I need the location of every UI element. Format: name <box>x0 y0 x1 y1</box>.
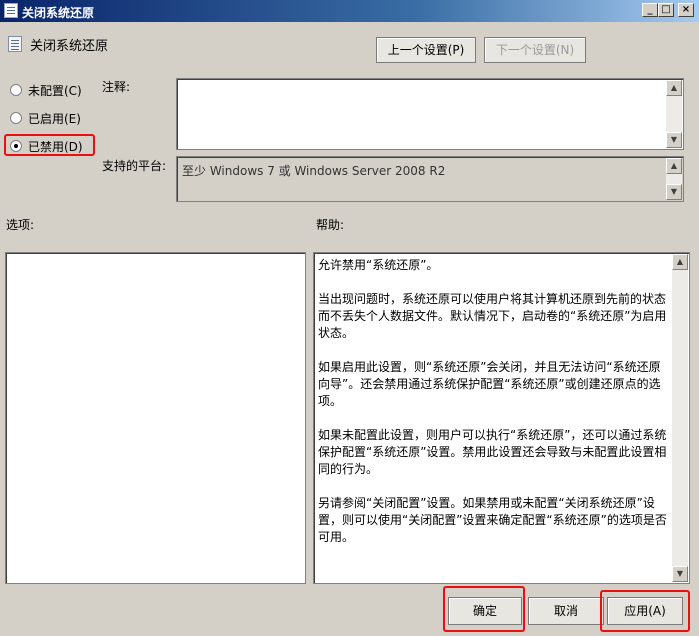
policy-setting-icon <box>8 36 22 52</box>
next-setting-button[interactable]: 下一个设置(N) <box>484 37 586 63</box>
scroll-up-icon[interactable]: ▲ <box>666 158 682 174</box>
scroll-down-icon[interactable]: ▼ <box>666 184 682 200</box>
scroll-down-icon[interactable]: ▼ <box>666 132 682 148</box>
help-text: 允许禁用“系统还原”。 当出现问题时，系统还原可以使用户将其计算机还原到先前的状… <box>318 257 667 563</box>
radio-not-configured[interactable]: 未配置(C) <box>10 82 90 100</box>
ok-button[interactable]: 确定 <box>448 597 522 625</box>
help-paragraph: 如果未配置此设置，则用户可以执行“系统还原”，还可以通过系统保护配置“系统还原”… <box>318 428 667 476</box>
platform-value: 至少 Windows 7 或 Windows Server 2008 R2 <box>182 164 446 178</box>
comment-scrollbar[interactable]: ▲ ▼ <box>666 80 682 148</box>
policy-app-icon <box>4 3 18 18</box>
minimize-icon[interactable]: _ <box>642 3 658 17</box>
options-label: 选项: <box>6 218 35 232</box>
comment-textarea[interactable]: ▲ ▼ <box>176 78 684 150</box>
scroll-down-icon[interactable]: ▼ <box>672 566 688 582</box>
comment-label: 注释: <box>102 80 131 94</box>
help-label: 帮助: <box>316 218 345 232</box>
close-icon[interactable]: × <box>678 3 694 17</box>
platform-scrollbar[interactable]: ▲ ▼ <box>666 158 682 200</box>
radio-button[interactable] <box>10 112 22 124</box>
radio-enabled[interactable]: 已启用(E) <box>10 110 90 128</box>
apply-button[interactable]: 应用(A) <box>607 597 683 625</box>
previous-setting-button[interactable]: 上一个设置(P) <box>376 37 476 63</box>
help-paragraph: 另请参阅“关闭配置”设置。如果禁用或未配置“关闭系统还原”设置，则可以使用“关闭… <box>318 496 667 544</box>
maximize-icon[interactable]: □ <box>658 3 674 17</box>
platform-label: 支持的平台: <box>102 159 167 173</box>
help-paragraph: 如果启用此设置，则“系统还原”会关闭，并且无法访问“系统还原向导”。还会禁用通过… <box>318 360 661 408</box>
radio-button[interactable] <box>10 84 22 96</box>
title-bar[interactable]: 关闭系统还原 _ □ × <box>0 0 699 22</box>
help-scrollbar[interactable]: ▲ ▼ <box>672 254 688 582</box>
scroll-up-icon[interactable]: ▲ <box>672 254 688 270</box>
scroll-up-icon[interactable]: ▲ <box>666 80 682 96</box>
help-pane: 允许禁用“系统还原”。 当出现问题时，系统还原可以使用户将其计算机还原到先前的状… <box>313 252 690 584</box>
radio-button-selected[interactable] <box>10 140 22 152</box>
options-pane <box>5 252 306 584</box>
cancel-button[interactable]: 取消 <box>528 597 604 625</box>
policy-title: 关闭系统还原 <box>30 39 109 54</box>
help-paragraph: 当出现问题时，系统还原可以使用户将其计算机还原到先前的状态而不丢失个人数据文件。… <box>318 292 667 340</box>
radio-disabled[interactable]: 已禁用(D) <box>10 138 90 156</box>
platform-field: 至少 Windows 7 或 Windows Server 2008 R2 ▲ … <box>176 156 684 202</box>
help-paragraph: 允许禁用“系统还原”。 <box>318 258 439 272</box>
window-title: 关闭系统还原 <box>22 6 95 20</box>
